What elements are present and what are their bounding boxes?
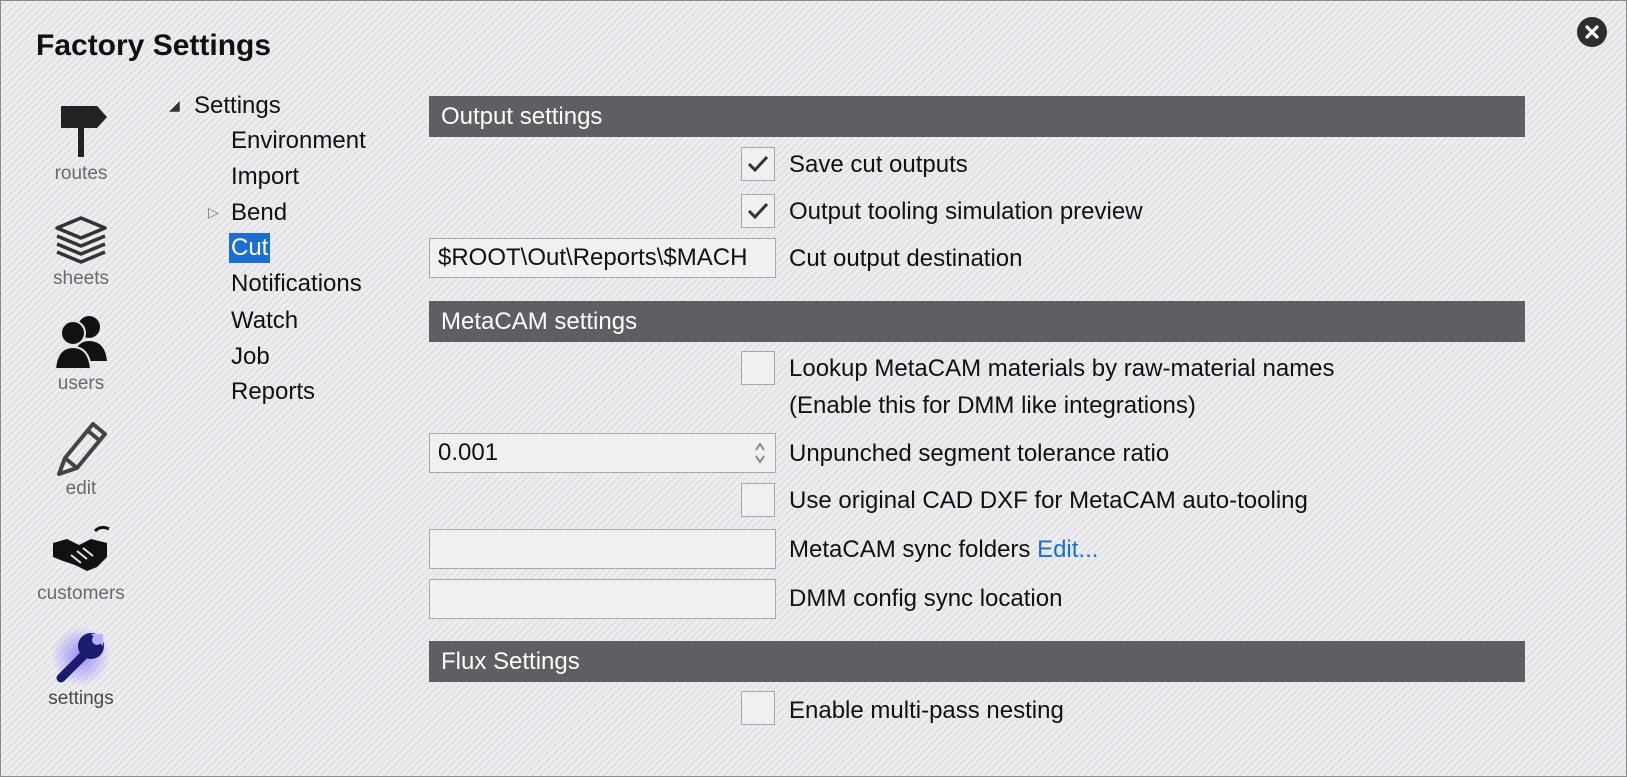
dmm-config-sync-input[interactable] <box>429 579 776 619</box>
tree-collapsed-arrow-icon[interactable]: ▷ <box>208 204 219 221</box>
dmm-config-sync-label: DMM config sync location <box>789 585 1063 612</box>
close-icon <box>1585 25 1599 39</box>
nav-users[interactable]: users <box>21 311 141 411</box>
spinner-arrows-icon[interactable] <box>753 440 767 466</box>
save-cut-outputs-label: Save cut outputs <box>789 151 968 178</box>
tree-node-job[interactable]: Job <box>231 342 270 372</box>
nav-sheets-label: sheets <box>53 268 109 289</box>
tree-node-bend[interactable]: Bend <box>231 198 287 228</box>
nav-edit[interactable]: edit <box>21 416 141 516</box>
metacam-settings-header: MetaCAM settings <box>429 301 1525 342</box>
signpost-icon <box>61 106 107 157</box>
checkmark-icon <box>747 202 769 220</box>
multi-pass-nesting-label: Enable multi-pass nesting <box>789 697 1064 724</box>
window-title: Factory Settings <box>36 29 272 62</box>
tolerance-ratio-spinner[interactable]: 0.001 <box>429 433 776 473</box>
lookup-materials-hint: (Enable this for DMM like integrations) <box>789 392 1196 419</box>
checkmark-icon <box>747 155 769 173</box>
sheets-stack-icon <box>55 216 107 264</box>
lookup-materials-checkbox[interactable] <box>741 351 775 385</box>
close-button[interactable] <box>1577 17 1607 47</box>
nav-settings-label: settings <box>48 688 114 709</box>
handshake-icon <box>53 525 110 571</box>
tree-node-import[interactable]: Import <box>231 162 299 192</box>
tooling-preview-label: Output tooling simulation preview <box>789 198 1143 225</box>
nav-sheets[interactable]: sheets <box>21 206 141 306</box>
flux-settings-header: Flux Settings <box>429 641 1525 682</box>
pencil-icon <box>57 422 107 476</box>
tolerance-ratio-value: 0.001 <box>438 439 499 466</box>
cut-output-destination-input[interactable]: $ROOT\Out\Reports\$MACH <box>429 238 776 278</box>
nav-settings[interactable]: settings <box>21 626 141 726</box>
tree-node-settings[interactable]: Settings <box>194 91 281 121</box>
users-icon <box>53 316 107 370</box>
metacam-sync-folders-label: MetaCAM sync folders <box>789 536 1031 563</box>
nav-routes-label: routes <box>54 163 108 184</box>
tooling-preview-checkbox[interactable] <box>741 194 775 228</box>
nav-edit-label: edit <box>65 478 97 499</box>
nav-customers[interactable]: customers <box>21 521 141 621</box>
lookup-materials-label: Lookup MetaCAM materials by raw-material… <box>789 355 1335 382</box>
nav-users-label: users <box>57 373 105 394</box>
tree-node-watch[interactable]: Watch <box>231 306 298 336</box>
multi-pass-nesting-checkbox[interactable] <box>741 691 775 725</box>
original-dxf-checkbox[interactable] <box>741 483 775 517</box>
tolerance-ratio-label: Unpunched segment tolerance ratio <box>789 440 1170 467</box>
original-dxf-label: Use original CAD DXF for MetaCAM auto-to… <box>789 487 1308 514</box>
output-settings-header: Output settings <box>429 96 1525 137</box>
tree-node-notifications[interactable]: Notifications <box>231 269 362 299</box>
cut-output-destination-label: Cut output destination <box>789 245 1023 272</box>
wrench-icon <box>51 626 111 686</box>
tree-node-cut[interactable]: Cut <box>229 233 271 263</box>
factory-settings-window: Factory Settings routes sheets users edi… <box>0 0 1627 777</box>
metacam-sync-folders-row: MetaCAM sync folders Edit... <box>789 535 1098 565</box>
nav-routes[interactable]: routes <box>21 101 141 201</box>
tree-node-environment[interactable]: Environment <box>231 126 366 156</box>
nav-customers-label: customers <box>37 583 125 604</box>
edit-sync-folders-link[interactable]: Edit... <box>1037 536 1098 563</box>
metacam-sync-folders-input[interactable] <box>429 529 776 569</box>
save-cut-outputs-checkbox[interactable] <box>741 147 775 181</box>
tree-node-reports[interactable]: Reports <box>231 377 315 407</box>
tree-expanded-arrow-icon[interactable]: ◢ <box>169 97 180 114</box>
